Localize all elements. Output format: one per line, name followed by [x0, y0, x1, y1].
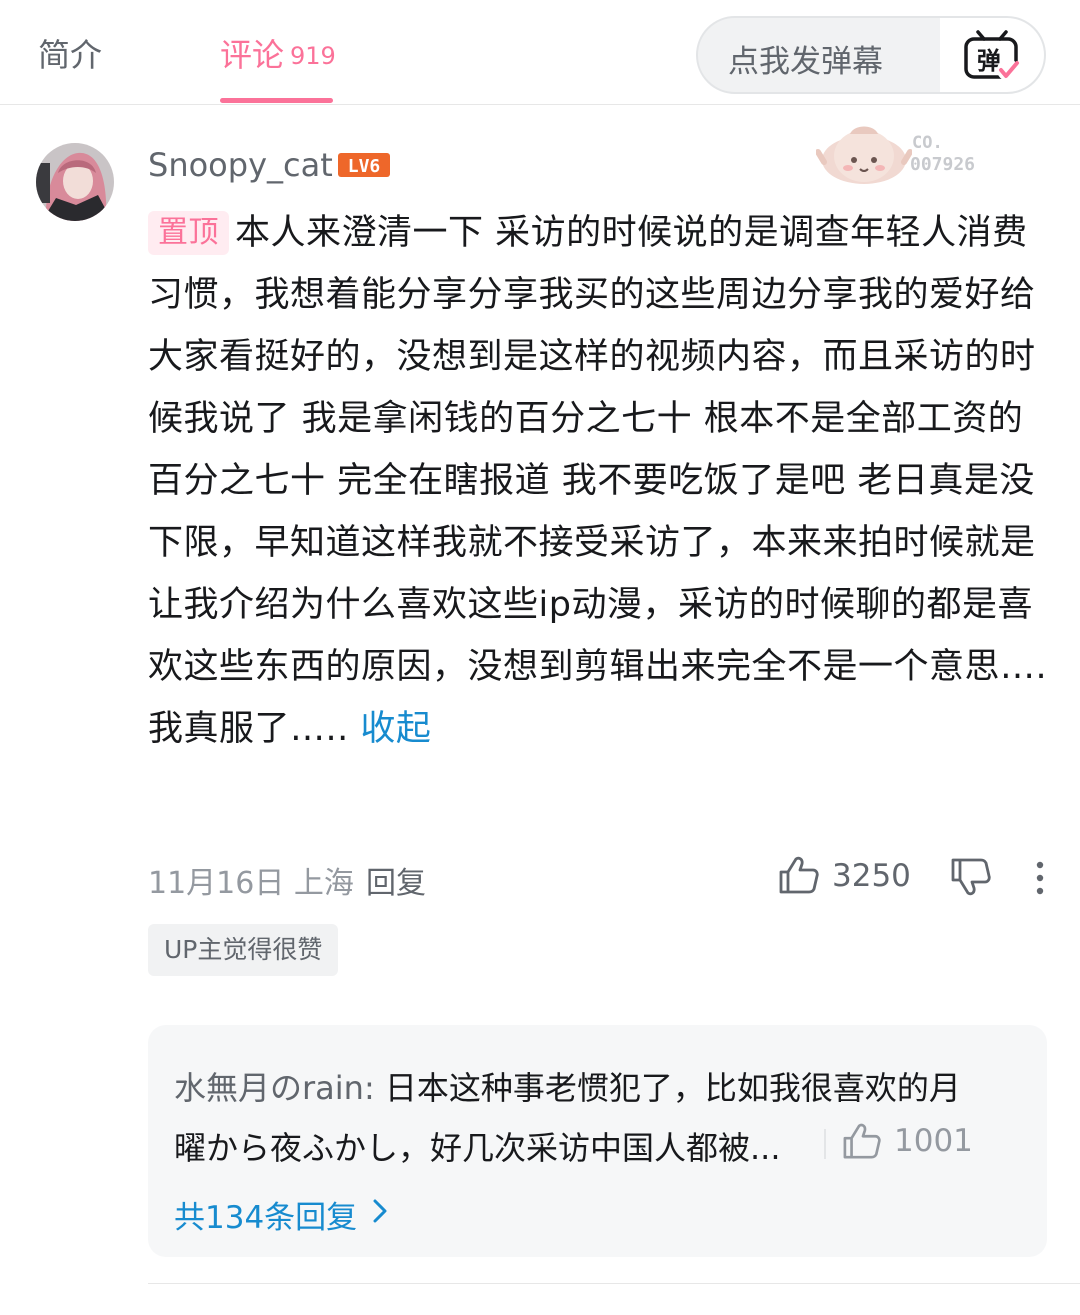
tab-comments-label: 评论: [220, 36, 285, 74]
reply-text-1: 日本这种事老惯犯了，比如我很喜欢的月: [374, 1069, 961, 1107]
chevron-right-icon[interactable]: [370, 1197, 390, 1229]
tab-bar: 简介 评论 919 点我发弹幕 弹: [0, 0, 1080, 105]
comment-count: 919: [290, 42, 336, 70]
like-count: 3250: [832, 858, 911, 894]
divider: [148, 1283, 1080, 1284]
reply-preview[interactable]: 水無月のrain: 日本这种事老惯犯了，比如我很喜欢的月 曜から夜ふかし，好几次…: [148, 1025, 1047, 1257]
view-all-replies-link[interactable]: 共134条回复: [174, 1192, 357, 1237]
more-vertical-icon[interactable]: [1030, 860, 1050, 900]
avatar[interactable]: [36, 143, 114, 221]
active-tab-indicator: [220, 98, 333, 103]
reply-username[interactable]: 水無月のrain:: [174, 1069, 375, 1107]
up-liked-badge: UP主觉得很赞: [148, 924, 339, 976]
reply-button[interactable]: 回复: [366, 858, 426, 902]
comment-text: 本人来澄清一下 采访的时候说的是调查年轻人消费习惯，我想着能分享分享我买的这些周…: [148, 213, 1048, 749]
tab-comments[interactable]: 评论 919: [220, 30, 336, 76]
collapse-link[interactable]: 收起: [360, 709, 431, 749]
level-text: LV6: [348, 156, 381, 177]
comment-meta: 11月16日 上海: [148, 858, 354, 902]
comment-date: 11月16日: [148, 866, 285, 901]
fan-badge-number: CO. 007926: [910, 132, 1000, 180]
like-icon[interactable]: [778, 855, 820, 899]
comment-username[interactable]: Snoopy_cat: [148, 146, 333, 184]
pinned-tag: 置顶: [148, 211, 229, 255]
svg-text:CO.: CO.: [912, 133, 943, 153]
danmaku-toggle-icon: 弹: [964, 30, 1019, 81]
dislike-icon[interactable]: [950, 857, 992, 901]
danmaku-bar: 点我发弹幕 弹: [696, 16, 1046, 94]
reply-text-2: 曜から夜ふかし，好几次采访中国人都被...: [174, 1129, 781, 1167]
danmaku-toggle-button[interactable]: 弹: [940, 18, 1044, 92]
comment-location: 上海: [293, 866, 354, 901]
reply-like-icon[interactable]: [842, 1122, 882, 1164]
reply-separator: [824, 1129, 826, 1159]
reply-line-1: 水無月のrain: 日本这种事老惯犯了，比如我很喜欢的月: [174, 1063, 961, 1109]
fan-badge-icon: [815, 122, 913, 192]
comment-content: 置顶 本人来澄清一下 采访的时候说的是调查年轻人消费习惯，我想着能分享分享我买的这…: [148, 202, 1053, 760]
danmaku-input[interactable]: 点我发弹幕: [728, 36, 883, 81]
svg-text:007926: 007926: [910, 154, 975, 175]
tab-intro[interactable]: 简介: [38, 30, 102, 76]
reply-like-count: 1001: [894, 1123, 973, 1159]
level-badge: LV6: [337, 152, 391, 182]
